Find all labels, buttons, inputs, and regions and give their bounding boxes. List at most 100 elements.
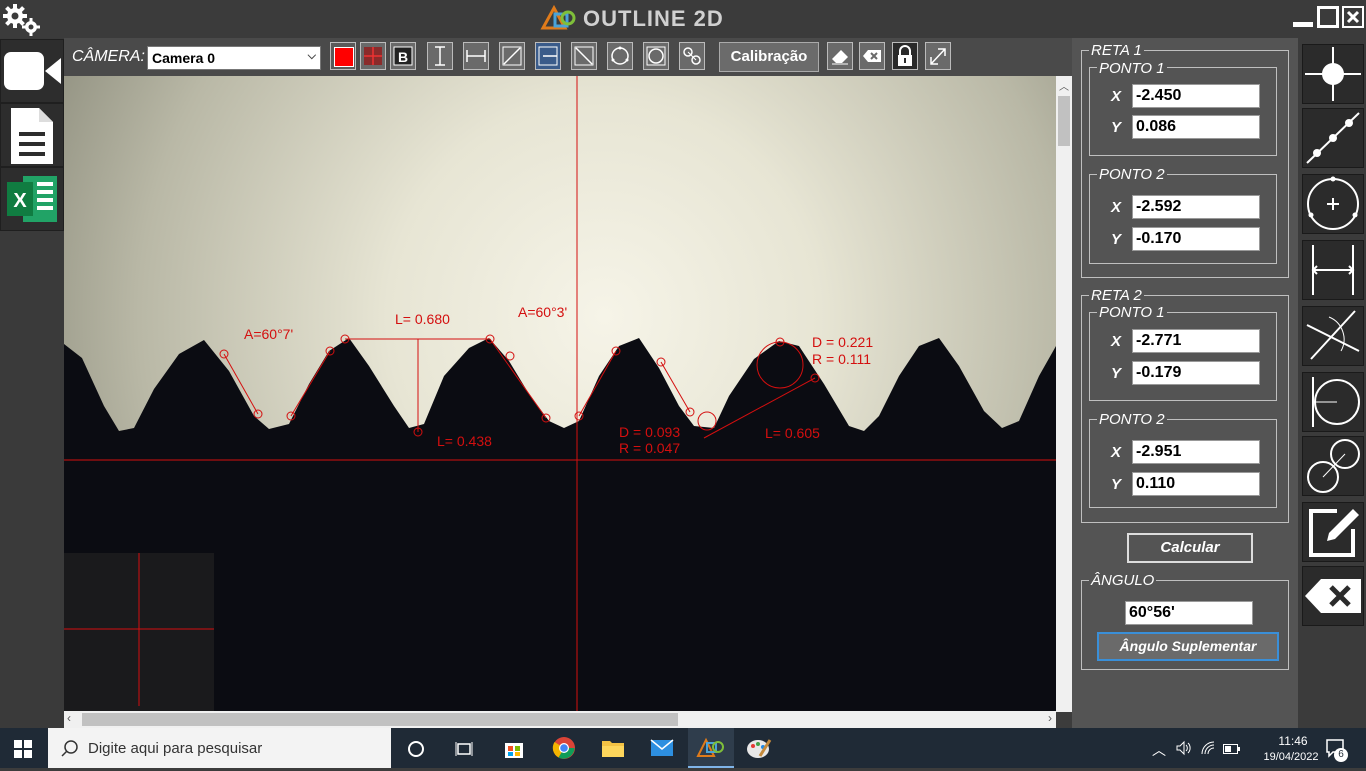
clock-time[interactable]: 11:46 — [1265, 734, 1321, 748]
report-button[interactable] — [0, 103, 64, 167]
length-label-3: L= 0.605 — [765, 425, 820, 441]
eraser-icon[interactable] — [827, 42, 853, 70]
line2-p2-x-label: X — [1111, 444, 1122, 461]
line1-p1-y-label: Y — [1111, 119, 1122, 136]
length-label-2: L= 0.438 — [437, 433, 492, 449]
circle-3-points-tool[interactable] — [607, 42, 633, 70]
windows-start-icon[interactable] — [14, 740, 32, 758]
mail-icon[interactable] — [650, 738, 674, 758]
calibration-button[interactable]: Calibração — [719, 42, 819, 72]
camera-view[interactable]: A=60°7' L= 0.680 A=60°3' L= 0.438 D = 0.… — [64, 76, 1056, 711]
show-hidden-icons[interactable]: ︿ — [1152, 740, 1166, 760]
horizontal-distance-tool[interactable] — [463, 42, 489, 70]
line2-title: RETA 2 — [1089, 287, 1144, 304]
vertical-scroll-thumb[interactable] — [1058, 96, 1070, 146]
line2-p2-y-label: Y — [1111, 476, 1122, 493]
paint-icon[interactable] — [746, 736, 772, 760]
angle-label-2: A=60°3' — [518, 304, 567, 320]
line1-p2-x-label: X — [1111, 199, 1122, 216]
point-line-distance-tool[interactable] — [535, 42, 561, 70]
angle-label-1: A=60°7' — [244, 326, 293, 342]
circle-distance-tool[interactable] — [679, 42, 705, 70]
line1-p2-y-label: Y — [1111, 231, 1122, 248]
radius-label-1: R = 0.047 — [619, 440, 680, 456]
search-icon — [60, 739, 80, 759]
clock-date[interactable]: 19/04/2022 — [1258, 751, 1324, 763]
line2-p1-x-field[interactable]: -2.771 — [1132, 329, 1260, 353]
length-label-1: L= 0.680 — [395, 311, 450, 327]
clear-all-button[interactable] — [859, 42, 885, 70]
radius-label-2: R = 0.111 — [812, 351, 871, 367]
folder-icon[interactable] — [601, 737, 625, 759]
camera-select-value: Camera 0 — [152, 50, 216, 66]
circle-line-tool-icon[interactable] — [1302, 372, 1364, 432]
scroll-up-arrow[interactable]: ︿ — [1059, 78, 1069, 93]
angle-title: ÂNGULO — [1089, 572, 1157, 589]
svg-text:X: X — [13, 190, 27, 212]
point-tool-icon[interactable] — [1302, 44, 1364, 104]
lock-icon[interactable] — [892, 42, 918, 70]
cortana-icon[interactable] — [405, 738, 427, 760]
line1-p2-x-field[interactable]: -2.592 — [1132, 195, 1260, 219]
close-button[interactable] — [1342, 6, 1364, 28]
svg-text:B: B — [398, 49, 408, 65]
scroll-right-arrow[interactable]: › — [1048, 711, 1052, 725]
network-icon[interactable] — [1200, 740, 1216, 756]
distance-tool-icon[interactable] — [1302, 240, 1364, 300]
crosshair-toggle-button[interactable] — [360, 42, 386, 70]
logo-icon — [540, 4, 576, 32]
task-view-icon[interactable] — [453, 738, 475, 760]
line2-p1-y-label: Y — [1111, 365, 1122, 382]
angle-result-field[interactable]: 60°56' — [1125, 601, 1253, 625]
line1-p1-y-field[interactable]: 0.086 — [1132, 115, 1260, 139]
line-tool[interactable] — [499, 42, 525, 70]
diameter-label-2: D = 0.221 — [812, 334, 873, 350]
line2-point1-title: PONTO 1 — [1097, 304, 1167, 321]
angle-tool-icon[interactable] — [1302, 306, 1364, 366]
color-red-button[interactable] — [330, 42, 356, 70]
scroll-left-arrow[interactable]: ‹ — [67, 711, 71, 725]
horizontal-scrollbar[interactable]: ‹ › — [64, 711, 1056, 728]
settings-icon[interactable] — [2, 2, 40, 36]
line2-point1-group — [1089, 312, 1277, 401]
diameter-label-1: D = 0.093 — [619, 424, 680, 440]
line1-point2-title: PONTO 2 — [1097, 166, 1167, 183]
line1-p1-x-label: X — [1111, 88, 1122, 105]
line2-p1-y-field[interactable]: -0.179 — [1132, 361, 1260, 385]
chrome-icon[interactable] — [552, 736, 576, 760]
maximize-button[interactable] — [1317, 6, 1339, 28]
minimize-button[interactable] — [1292, 6, 1314, 28]
line-tool-icon[interactable] — [1302, 108, 1364, 168]
horizontal-scroll-thumb[interactable] — [82, 713, 678, 726]
battery-icon[interactable] — [1223, 742, 1241, 754]
line1-point1-title: PONTO 1 — [1097, 60, 1167, 77]
line2-p1-x-label: X — [1111, 333, 1122, 350]
bold-text-button[interactable]: B — [390, 42, 416, 70]
excel-export-button[interactable]: X — [0, 167, 64, 231]
angle-tool[interactable] — [571, 42, 597, 70]
line1-p2-y-field[interactable]: -0.170 — [1132, 227, 1260, 251]
two-circles-tool-icon[interactable] — [1302, 436, 1364, 496]
app-title: OUTLINE 2D — [583, 6, 724, 31]
camera-select[interactable]: Camera 0 ⌵ — [147, 46, 321, 70]
camera-button[interactable] — [0, 39, 64, 103]
supplementary-angle-button[interactable]: Ângulo Suplementar — [1097, 632, 1279, 661]
search-placeholder: Digite aqui para pesquisar — [88, 740, 263, 757]
calculate-button[interactable]: Calcular — [1127, 533, 1253, 563]
line2-p2-y-field[interactable]: 0.110 — [1132, 472, 1260, 496]
delete-icon[interactable] — [1302, 566, 1364, 626]
circle-tool[interactable] — [643, 42, 669, 70]
edit-icon[interactable] — [1302, 502, 1364, 562]
camera-label: CÂMERA: — [72, 48, 145, 65]
vertical-distance-tool[interactable] — [427, 42, 453, 70]
volume-icon[interactable] — [1175, 740, 1191, 756]
line1-p1-x-field[interactable]: -2.450 — [1132, 84, 1260, 108]
line2-point2-title: PONTO 2 — [1097, 411, 1167, 428]
outline2d-taskbar-icon[interactable] — [688, 728, 734, 768]
circle-center-tool-icon[interactable] — [1302, 174, 1364, 234]
expand-icon[interactable] — [925, 42, 951, 70]
store-icon[interactable] — [502, 736, 526, 760]
line1-point1-group — [1089, 67, 1277, 156]
vertical-scrollbar[interactable]: ︿ — [1056, 76, 1072, 712]
line2-p2-x-field[interactable]: -2.951 — [1132, 440, 1260, 464]
